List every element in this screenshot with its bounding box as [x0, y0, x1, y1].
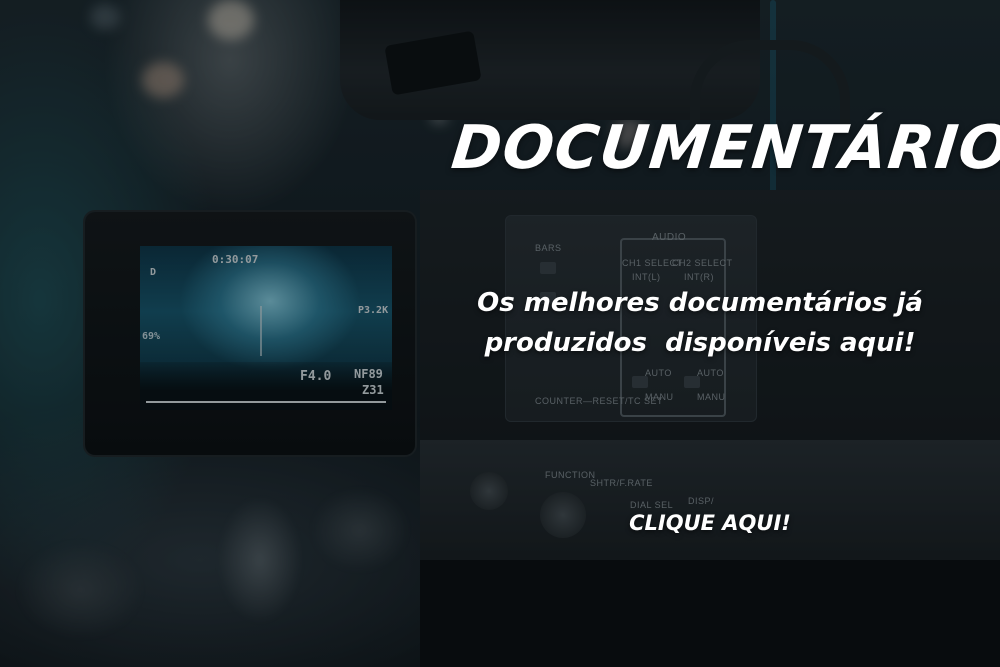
page-title: DOCUMENTÁRIOS: [448, 113, 1000, 183]
subtitle: Os melhores documentários já produzidos …: [440, 283, 960, 363]
documentaries-banner: BARS AUDIO CH1 SELECT CH2 SELECT INT(L) …: [0, 0, 1000, 667]
subtitle-line-2: produzidos disponíveis aqui!: [484, 328, 916, 358]
click-here-link[interactable]: CLIQUE AQUI!: [590, 505, 830, 541]
subtitle-line-1: Os melhores documentários já: [477, 288, 923, 318]
